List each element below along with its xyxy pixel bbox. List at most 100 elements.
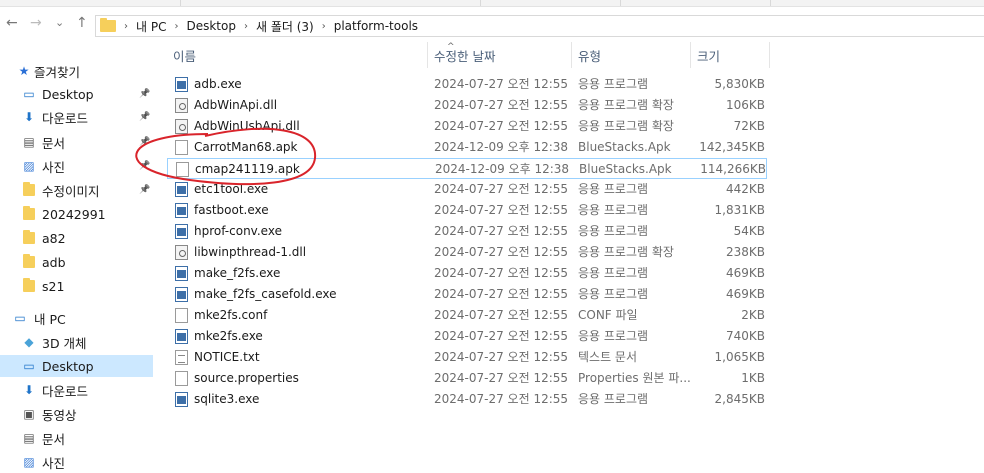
file-row[interactable]: etc1tool.exe 2024-07-27 오전 12:55 응용 프로그램 44… [167,179,767,200]
desktop-icon: ▭ [23,87,35,101]
sidebar-item[interactable]: ▨ 사진 📌 [0,155,153,177]
file-row[interactable]: make_f2fs.exe 2024-07-27 오전 12:55 응용 프로그램 4… [167,263,767,284]
sidebar-item[interactable]: ▤ 문서 [0,427,153,449]
file-name: source.properties [194,371,299,385]
sidebar-item[interactable]: 20242991 [0,203,153,225]
file-date: 2024-07-27 오전 12:55 [434,224,569,238]
dll-file-icon [175,119,188,134]
file-row[interactable]: make_f2fs_casefold.exe 2024-07-27 오전 12:5… [167,284,767,305]
sidebar-item-label: 동영상 [42,407,77,423]
file-row[interactable]: sqlite3.exe 2024-07-27 오전 12:55 응용 프로그램 2,8… [167,389,767,410]
file-name: cmap241119.apk [195,162,300,176]
folder-shape [23,206,35,220]
file-type: 응용 프로그램 [578,392,649,406]
back-icon[interactable]: ← [6,15,18,31]
file-date: 2024-07-27 오전 12:55 [434,203,569,217]
sidebar-item[interactable]: ▭ Desktop 📌 [0,83,153,105]
up-icon[interactable]: ↑ [76,15,88,31]
dll-file-icon [175,98,188,113]
breadcrumb-item[interactable]: 내 PC [136,18,166,35]
column-size[interactable]: 크기 [691,42,770,68]
sidebar-item[interactable]: adb [0,251,153,273]
column-name[interactable]: 이름 [167,42,428,68]
picture-icon: ▨ [23,455,35,469]
file-row[interactable]: fastboot.exe 2024-07-27 오전 12:55 응용 프로그램 1,… [167,200,767,221]
cube-icon: ◆ [24,335,34,349]
file-size: 54KB [733,224,765,238]
sidebar-item[interactable]: ▭ 내 PC [0,307,153,329]
file-date: 2024-07-27 오전 12:55 [434,98,569,112]
file-date: 2024-12-09 오후 12:38 [434,140,569,154]
file-icon [176,162,189,177]
application-icon [175,224,188,239]
pin-icon[interactable]: 📌 [139,161,150,171]
file-name: make_f2fs_casefold.exe [194,287,337,301]
file-size: 1,831KB [714,203,765,217]
folder-shape [23,254,35,268]
chevron-right-icon: › [124,20,128,32]
file-type: 응용 프로그램 [578,287,649,301]
file-row[interactable]: mke2fs.exe 2024-07-27 오전 12:55 응용 프로그램 740K… [167,326,767,347]
file-name: CarrotMan68.apk [194,140,298,154]
sidebar-item-label: 사진 [42,159,66,175]
pin-icon[interactable]: 📌 [139,137,150,147]
file-row[interactable]: adb.exe 2024-07-27 오전 12:55 응용 프로그램 5,830KB [167,74,767,95]
file-size: 5,830KB [714,77,765,91]
file-row[interactable]: source.properties 2024-07-27 오전 12:55 Prop… [167,368,767,389]
sidebar-item[interactable]: ⬇ 다운로드 📌 [0,106,153,128]
folder-icon [21,230,37,245]
file-date: 2024-07-27 오전 12:55 [434,245,569,259]
sidebar-item[interactable]: ⬇ 다운로드 [0,379,153,401]
pin-icon[interactable]: 📌 [139,89,150,99]
pin-icon[interactable]: 📌 [139,185,150,195]
chevron-right-icon: › [321,20,326,32]
file-row[interactable]: cmap241119.apk 2024-12-09 오후 12:38 BlueSta… [167,158,767,179]
file-date: 2024-07-27 오전 12:55 [434,350,569,364]
file-size: 442KB [725,182,765,196]
sidebar-item[interactable]: 수정이미지 📌 [0,179,153,201]
file-size: 1,065KB [714,350,765,364]
sidebar-item[interactable]: s21 [0,275,153,297]
navigation-pane: ★ 즐겨찾기 ▭ Desktop 📌 ⬇ 다운로드 📌 ▤ 문서 📌 ▨ 사진 📌 수정이미지 📌 202429… [0,55,153,471]
sidebar-item-label: 문서 [42,135,66,151]
chevron-right-icon: › [243,20,248,32]
pin-icon[interactable]: 📌 [139,112,150,122]
column-label: 크기 [697,48,721,64]
folder-icon [21,182,37,197]
file-row[interactable]: mke2fs.conf 2024-07-27 오전 12:55 CONF 파일 2KB [167,305,767,326]
folder-shape [23,230,35,244]
file-name: AdbWinUsbApi.dll [194,119,300,133]
file-row[interactable]: hprof-conv.exe 2024-07-27 오전 12:55 응용 프로그램… [167,221,767,242]
column-date[interactable]: 수정한 날짜 [428,42,572,68]
column-label: 수정한 날짜 [434,48,496,64]
file-type: 응용 프로그램 [578,266,649,280]
sidebar-item-label: Desktop [42,86,94,102]
sidebar-item[interactable]: ★ 즐겨찾기 [0,60,153,82]
breadcrumb-item[interactable]: Desktop [186,19,236,33]
sidebar-item-label: a82 [42,230,66,246]
file-name: fastboot.exe [194,203,269,217]
file-row[interactable]: AdbWinApi.dll 2024-07-27 오전 12:55 응용 프로그램 … [167,95,767,116]
file-row[interactable]: AdbWinUsbApi.dll 2024-07-27 오전 12:55 응용 프로… [167,116,767,137]
address-bar[interactable]: › 내 PC › Desktop › 새 폴더 (3) › platform-t… [95,15,984,37]
application-icon [175,392,188,407]
sidebar-item[interactable]: a82 [0,227,153,249]
file-name: libwinpthread-1.dll [194,245,307,259]
file-name: mke2fs.exe [194,329,263,343]
file-type: 텍스트 문서 [578,350,638,364]
desktop-icon: ▭ [23,359,35,373]
file-row[interactable]: NOTICE.txt 2024-07-27 오전 12:55 텍스트 문서 1,065… [167,347,767,368]
sidebar-item[interactable]: ◆ 3D 개체 [0,331,153,353]
file-icon [175,371,188,386]
file-row[interactable]: CarrotMan68.apk 2024-12-09 오후 12:38 BlueSt… [167,137,767,158]
sidebar-item[interactable]: ▭ Desktop [0,355,153,377]
recent-locations-icon[interactable]: ⌄ [55,15,64,31]
breadcrumb-item[interactable]: 새 폴더 (3) [256,18,314,35]
sidebar-item[interactable]: ▤ 문서 📌 [0,131,153,153]
breadcrumb-item[interactable]: platform-tools [334,19,418,33]
document-icon: ▤ [23,431,35,445]
file-row[interactable]: libwinpthread-1.dll 2024-07-27 오전 12:55 응용… [167,242,767,263]
sidebar-item[interactable]: ▣ 동영상 [0,403,153,425]
column-type[interactable]: 유형 [572,42,691,68]
forward-icon[interactable]: → [30,15,42,31]
